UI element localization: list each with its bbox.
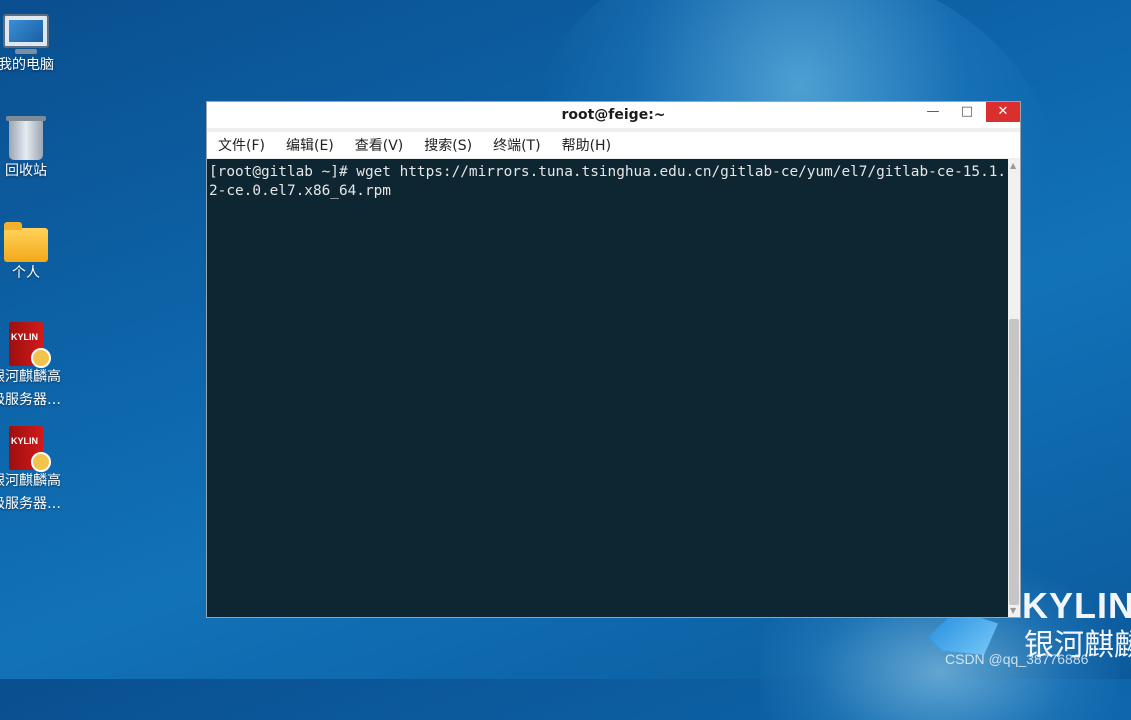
computer-icon: [3, 14, 49, 48]
close-button[interactable]: ✕: [986, 102, 1020, 122]
menu-view[interactable]: 查看(V): [355, 135, 404, 155]
desktop-icon-kylin-2[interactable]: KYLIN 银河麒麟高 级服务器…: [0, 426, 66, 516]
menu-search[interactable]: 搜索(S): [424, 135, 472, 155]
desktop-icon-home[interactable]: 个人: [0, 222, 66, 285]
minimize-button[interactable]: —: [916, 102, 950, 122]
desktop-icon-label-line2: 级服务器…: [0, 496, 61, 512]
kylin-book-icon: KYLIN: [9, 426, 51, 472]
terminal-output[interactable]: [root@gitlab ~]# wget https://mirrors.tu…: [207, 159, 1009, 617]
desktop-icon-label: 回收站: [5, 163, 47, 179]
scroll-down-icon[interactable]: ▼: [1010, 606, 1016, 615]
desktop-icon-trash[interactable]: 回收站: [0, 116, 66, 183]
window-title: root@feige:~: [561, 107, 666, 123]
menu-bar: 文件(F) 编辑(E) 查看(V) 搜索(S) 终端(T) 帮助(H): [207, 132, 1020, 158]
home-folder-icon: [4, 222, 48, 262]
menu-file[interactable]: 文件(F): [218, 135, 265, 155]
scrollbar-thumb[interactable]: [1009, 319, 1019, 605]
menu-help[interactable]: 帮助(H): [562, 135, 611, 155]
desktop-icon-label: 银河麒麟高: [0, 369, 61, 385]
desktop-icon-label-line2: 级服务器…: [0, 392, 61, 408]
desktop-icon-label: 个人: [12, 265, 40, 281]
maximize-button[interactable]: □: [950, 102, 984, 122]
watermark: CSDN @qq_38776886: [945, 651, 1089, 667]
trash-icon: [6, 116, 46, 160]
desktop-icon-label: 我的电脑: [0, 57, 54, 73]
desktop-icon-my-computer[interactable]: 我的电脑: [0, 14, 66, 77]
desktop-icon-kylin-1[interactable]: KYLIN 银河麒麟高 级服务器…: [0, 322, 66, 412]
scroll-up-icon[interactable]: ▲: [1010, 161, 1016, 170]
title-bar[interactable]: root@feige:~ — □ ✕: [207, 102, 1020, 128]
kylin-book-icon: KYLIN: [9, 322, 51, 368]
vertical-scrollbar[interactable]: ▲ ▼: [1008, 159, 1020, 617]
menu-edit[interactable]: 编辑(E): [286, 135, 334, 155]
terminal-window[interactable]: root@feige:~ — □ ✕ 文件(F) 编辑(E) 查看(V) 搜索(…: [206, 101, 1021, 618]
menu-terminal[interactable]: 终端(T): [493, 135, 540, 155]
desktop-icon-label: 银河麒麟高: [0, 473, 61, 489]
